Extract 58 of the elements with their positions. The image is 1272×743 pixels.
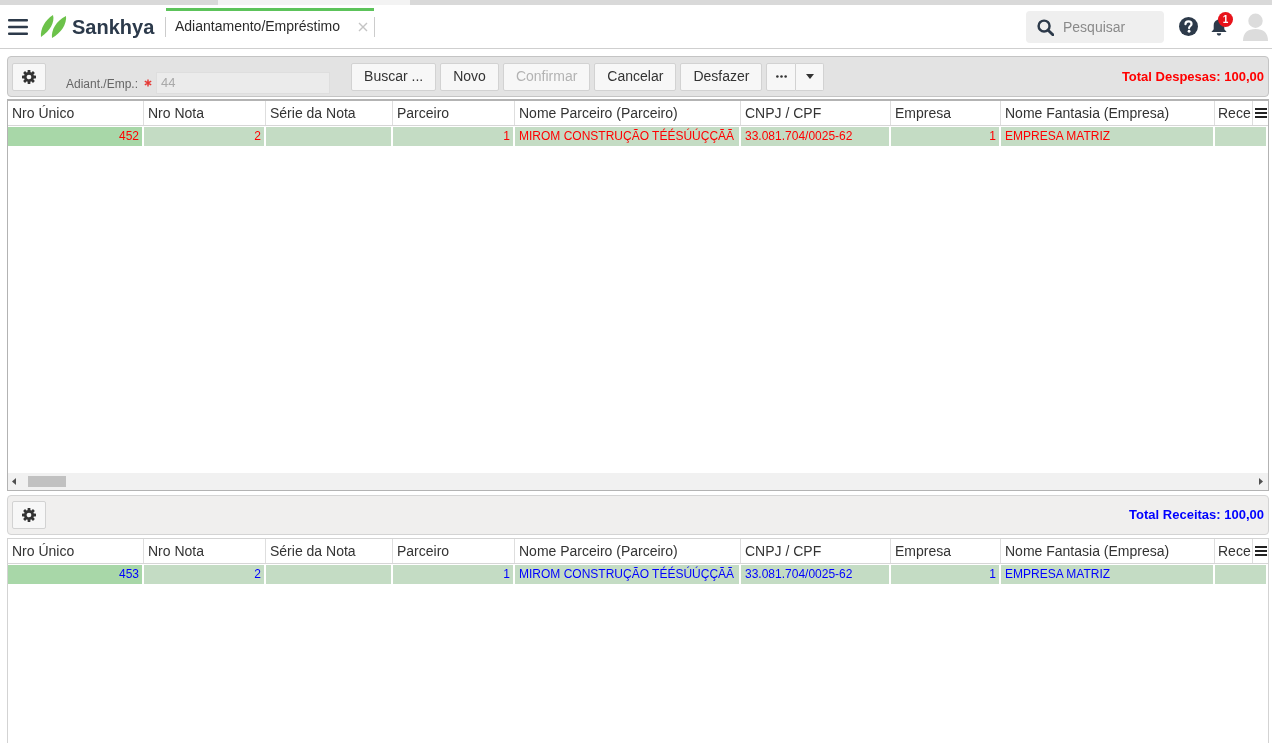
brand-name: Sankhya <box>72 14 156 39</box>
leaf-logo-icon <box>40 14 67 39</box>
column-header[interactable]: Rece <box>1215 539 1252 563</box>
table-cell[interactable] <box>266 565 393 584</box>
scroll-right-icon[interactable] <box>1259 478 1263 485</box>
menu-icon <box>1254 546 1267 556</box>
table-cell[interactable]: MIROM CONSTRUÇÃO TÉÉSÚÚÇÇÃÃ <box>515 565 741 584</box>
total-label: Total Despesas: 100,00 <box>1121 67 1264 86</box>
dropdown-button[interactable] <box>796 62 825 91</box>
caret-icon <box>805 74 814 79</box>
settings-button[interactable] <box>12 501 46 529</box>
column-header[interactable]: Nro Único <box>8 101 144 125</box>
field-label: Adiant./Emp.: <box>66 75 139 93</box>
column-header[interactable]: CNPJ / CPF <box>741 539 891 563</box>
column-header[interactable]: Parceiro <box>393 101 515 125</box>
table-cell[interactable]: 1 <box>393 565 515 584</box>
search-field[interactable]: Pesquisar <box>1026 10 1164 43</box>
column-menu-button[interactable] <box>1252 101 1268 125</box>
table-cell[interactable]: 2 <box>144 565 266 584</box>
table-cell[interactable]: 453 <box>8 565 144 584</box>
column-header[interactable]: Empresa <box>891 539 1001 563</box>
search-icon <box>1037 18 1054 36</box>
column-menu-button[interactable] <box>1252 539 1268 563</box>
table-cell[interactable] <box>266 127 393 146</box>
horizontal-scrollbar[interactable] <box>8 473 1268 490</box>
menu-icon <box>1254 108 1267 118</box>
column-header[interactable]: Nro Nota <box>144 539 266 563</box>
scroll-left-icon[interactable] <box>12 478 16 485</box>
help-icon[interactable] <box>1179 17 1198 36</box>
menu-icon[interactable] <box>8 18 28 35</box>
column-header[interactable]: Nome Fantasia (Empresa) <box>1001 539 1215 563</box>
column-header[interactable]: Série da Nota <box>266 539 393 563</box>
scrollbar-thumb[interactable] <box>28 476 66 487</box>
table-cell[interactable] <box>1215 127 1268 146</box>
table-cell[interactable]: 1 <box>891 565 1001 584</box>
column-header[interactable]: Empresa <box>891 101 1001 125</box>
new-button[interactable]: Novo <box>440 62 499 91</box>
table-cell[interactable]: 33.081.704/0025-62 <box>741 565 891 584</box>
table-cell[interactable] <box>1215 565 1268 584</box>
column-header[interactable]: Nome Parceiro (Parceiro) <box>515 101 741 125</box>
column-header[interactable]: Rece <box>1215 101 1252 125</box>
column-header[interactable]: Parceiro <box>393 539 515 563</box>
cancel-button[interactable]: Cancelar <box>594 62 677 91</box>
search-button[interactable]: Buscar ... <box>351 62 437 91</box>
column-header[interactable]: Série da Nota <box>266 101 393 125</box>
gear-icon <box>22 69 36 84</box>
settings-button[interactable] <box>12 62 46 91</box>
column-header[interactable]: Nome Fantasia (Empresa) <box>1001 101 1215 125</box>
notification-badge: 1 <box>1218 11 1233 27</box>
column-header[interactable]: Nro Único <box>8 539 144 563</box>
gear-icon <box>22 508 36 522</box>
column-header[interactable]: CNPJ / CPF <box>741 101 891 125</box>
column-header[interactable]: Nro Nota <box>144 101 266 125</box>
more-icon <box>775 75 787 78</box>
table-cell[interactable]: EMPRESA MATRIZ <box>1001 565 1215 584</box>
total-label: Total Receitas: 100,00 <box>1129 506 1264 525</box>
undo-button[interactable]: Desfazer <box>680 62 763 91</box>
column-header[interactable]: Nome Parceiro (Parceiro) <box>515 539 741 563</box>
